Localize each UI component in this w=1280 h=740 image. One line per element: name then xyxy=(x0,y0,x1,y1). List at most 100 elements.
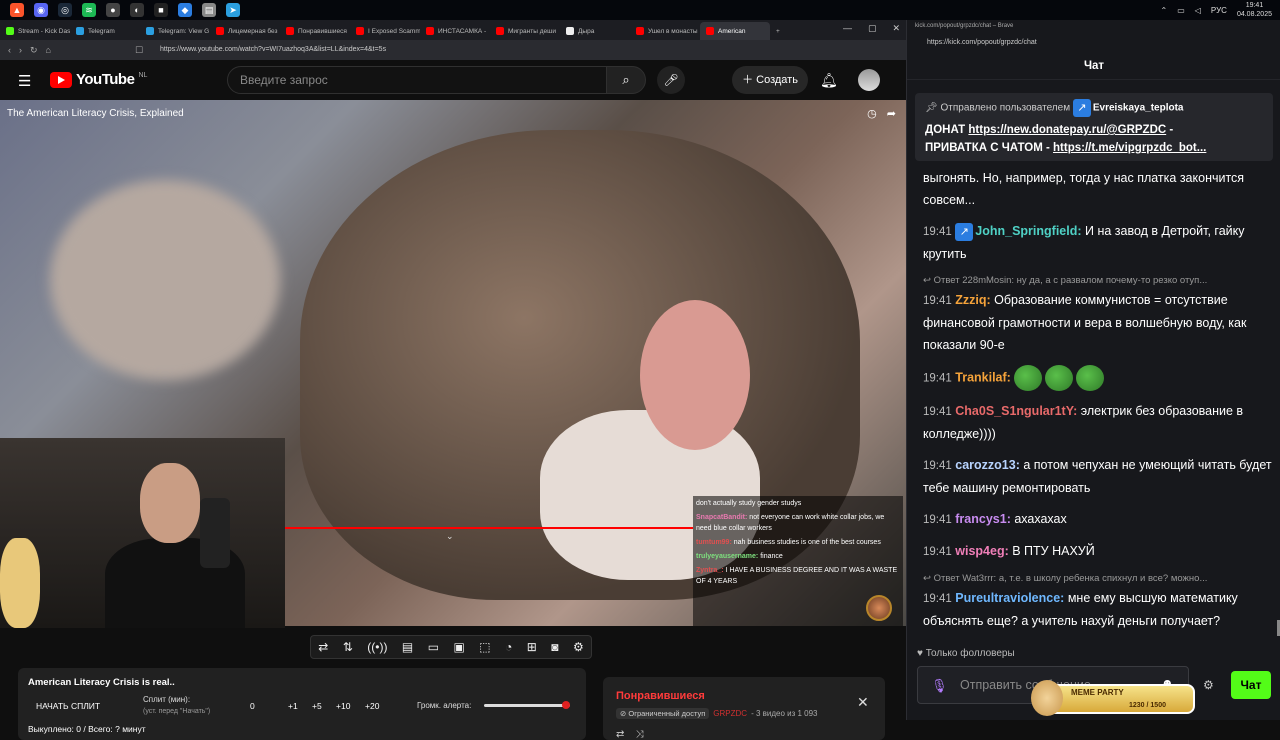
message-user[interactable]: Zzziq: xyxy=(955,293,990,307)
chat-url[interactable]: https://kick.com/popout/grpzdc/chat xyxy=(907,36,1280,52)
new-tab-icon[interactable]: + xyxy=(770,22,790,40)
loop-icon[interactable]: ⇄ xyxy=(318,640,328,654)
chevron-down-icon[interactable]: ⌄ xyxy=(446,531,454,542)
message-user[interactable]: wisp4eg: xyxy=(955,544,1009,558)
chrome-icon[interactable]: ● xyxy=(106,3,120,17)
pinned-message[interactable]: 📌︎ Отправлено пользователем ↗ Evreiskaya_… xyxy=(915,93,1273,161)
tab-2[interactable]: Telegram: View G xyxy=(140,22,210,40)
message-user[interactable]: Trankilaf: xyxy=(955,370,1011,384)
increment-10-button[interactable]: +10 xyxy=(336,701,350,711)
loop-icon[interactable]: ⇄ xyxy=(616,729,624,740)
chat-message: 19:41 wisp4eg: В ПТУ НАХУЙ xyxy=(923,540,1273,563)
start-split-button[interactable]: НАЧАТЬ СПЛИТ xyxy=(36,701,100,711)
send-chat-button[interactable]: Чат xyxy=(1231,671,1271,699)
url-field[interactable]: https://www.youtube.com/watch?v=WI7uazho… xyxy=(160,43,720,57)
tab-label: Лицемерная без xyxy=(228,27,278,35)
message-user[interactable]: John_Springfield: xyxy=(975,224,1081,238)
tab-1[interactable]: Telegram xyxy=(70,22,140,40)
message-user[interactable]: Cha0S_S1ngular1tY: xyxy=(955,404,1077,418)
app-icon[interactable]: ◆ xyxy=(178,3,192,17)
sort-icon[interactable]: ⇅ xyxy=(343,640,353,654)
close-icon[interactable]: ✕ xyxy=(857,694,869,711)
video-title[interactable]: The American Literacy Crisis, Explained xyxy=(7,108,184,119)
increment-5-button[interactable]: +5 xyxy=(312,701,322,711)
close-icon[interactable]: ✕ xyxy=(892,23,900,34)
clip-icon[interactable]: ▭ xyxy=(428,640,439,654)
message-user[interactable]: carozzo13: xyxy=(955,458,1020,472)
tab-9[interactable]: Ушел в монасты xyxy=(630,22,700,40)
watch-later-icon[interactable]: ◷ xyxy=(867,107,877,120)
voice-search-icon[interactable]: 🎤︎ xyxy=(657,66,685,94)
playlist-title[interactable]: Понравившиеся xyxy=(616,690,705,702)
search-input[interactable]: Введите запрос xyxy=(227,66,607,94)
bookmark-icon[interactable]: ☐ xyxy=(135,45,143,56)
audio-icon[interactable]: ((•)) xyxy=(367,640,387,654)
discord-icon[interactable]: ◉ xyxy=(34,3,48,17)
pepe-emote-icon[interactable] xyxy=(1076,365,1105,391)
speed-icon[interactable]: ◔ xyxy=(505,640,512,654)
increment-1-button[interactable]: +1 xyxy=(288,701,298,711)
maximize-icon[interactable]: ▢ xyxy=(868,23,877,34)
minimize-icon[interactable]: — xyxy=(843,23,852,34)
network-icon[interactable]: ▭ xyxy=(1177,6,1185,15)
camera-icon[interactable]: ◙ xyxy=(551,640,558,654)
share-icon[interactable]: ➦ xyxy=(887,107,896,120)
video-progress-bar[interactable] xyxy=(285,527,693,529)
telegram-icon[interactable]: ➤ xyxy=(226,3,240,17)
folder-icon[interactable]: ▤ xyxy=(202,3,216,17)
gear-icon[interactable]: ⚙ xyxy=(1203,678,1214,692)
volume-icon[interactable]: ◁ xyxy=(1195,6,1201,15)
reply-preview[interactable]: ↩ Ответ 228mMosin: ну да, а с развалом п… xyxy=(923,274,1273,288)
pinned-user[interactable]: Evreiskaya_teplota xyxy=(1093,103,1184,114)
picture-icon[interactable]: ▣ xyxy=(453,640,464,654)
tab-7[interactable]: Мигранты деши xyxy=(490,22,560,40)
donate-link[interactable]: https://new.donatepay.ru/@GRPZDC xyxy=(968,124,1166,136)
playlist-author[interactable]: GRPZDC xyxy=(713,709,747,718)
crop-icon[interactable]: ⬚ xyxy=(479,640,490,654)
alert-volume-slider[interactable] xyxy=(484,704,570,707)
menu-icon[interactable]: ☰ xyxy=(18,72,31,90)
tab-4[interactable]: Понравившиеся xyxy=(280,22,350,40)
reply-preview[interactable]: ↩ Ответ Wat3rrr: а, т.е. в школу ребенка… xyxy=(923,572,1273,586)
tab-0[interactable]: Stream - Kick Das xyxy=(0,22,70,40)
increment-20-button[interactable]: +20 xyxy=(365,701,379,711)
search-icon[interactable]: ⌕ xyxy=(606,66,646,94)
epic-icon[interactable]: ■ xyxy=(154,3,168,17)
tab-10[interactable]: American xyxy=(700,22,770,40)
pepe-emote-icon[interactable] xyxy=(1045,365,1074,391)
pinned-prefix: Отправлено пользователем xyxy=(940,102,1071,114)
language-indicator[interactable]: РУС xyxy=(1211,6,1227,15)
shuffle-icon[interactable]: ⤨ xyxy=(636,729,644,740)
tab-5[interactable]: I Exposed Scamm xyxy=(350,22,420,40)
playlist-icon[interactable]: ▤ xyxy=(402,640,413,654)
steam-icon[interactable]: ◎ xyxy=(58,3,72,17)
split-value[interactable]: 0 xyxy=(250,701,255,711)
notifications-icon[interactable]: 🔔︎ xyxy=(820,72,838,89)
tab-8[interactable]: Дыра xyxy=(560,22,630,40)
tab-3[interactable]: Лицемерная без xyxy=(210,22,280,40)
brave-icon[interactable]: ▲ xyxy=(10,3,24,17)
home-icon[interactable]: ⌂ xyxy=(46,45,51,55)
reload-icon[interactable]: ↻ xyxy=(30,45,38,56)
spotify-icon[interactable]: ≋ xyxy=(82,3,96,17)
message-user[interactable]: francys1: xyxy=(955,512,1011,526)
pepe-emote-icon[interactable] xyxy=(1014,365,1043,391)
message-user[interactable]: Pureultraviolence: xyxy=(955,591,1064,605)
alert-volume-knob[interactable] xyxy=(561,701,570,709)
tab-6[interactable]: ИНСТАСАМКА - xyxy=(420,22,490,40)
microphone-icon[interactable]: 🎙︎ xyxy=(931,678,948,694)
obs-icon[interactable]: ◐ xyxy=(130,3,144,17)
reply-icon: ↩ xyxy=(923,275,934,286)
add-icon[interactable]: ⊞ xyxy=(527,640,537,654)
telegram-link[interactable]: https://t.me/vipgrpzdc_bot... xyxy=(1053,142,1206,154)
forward-icon[interactable]: › xyxy=(19,45,22,55)
clock[interactable]: 19:41 04.08.2025 xyxy=(1237,1,1272,19)
avatar[interactable] xyxy=(858,69,880,91)
back-icon[interactable]: ‹ xyxy=(8,45,11,55)
playlist-panel: Понравившиеся ✕ ⊘ Ограниченный доступ GR… xyxy=(603,677,885,740)
chevron-up-icon[interactable]: ⌃ xyxy=(1161,6,1168,15)
gear-icon[interactable]: ⚙ xyxy=(573,640,584,654)
message-text: В ПТУ НАХУЙ xyxy=(1012,544,1095,558)
create-button[interactable]: ＋ Создать xyxy=(732,66,808,94)
youtube-logo[interactable]: YouTube NL xyxy=(50,71,147,88)
